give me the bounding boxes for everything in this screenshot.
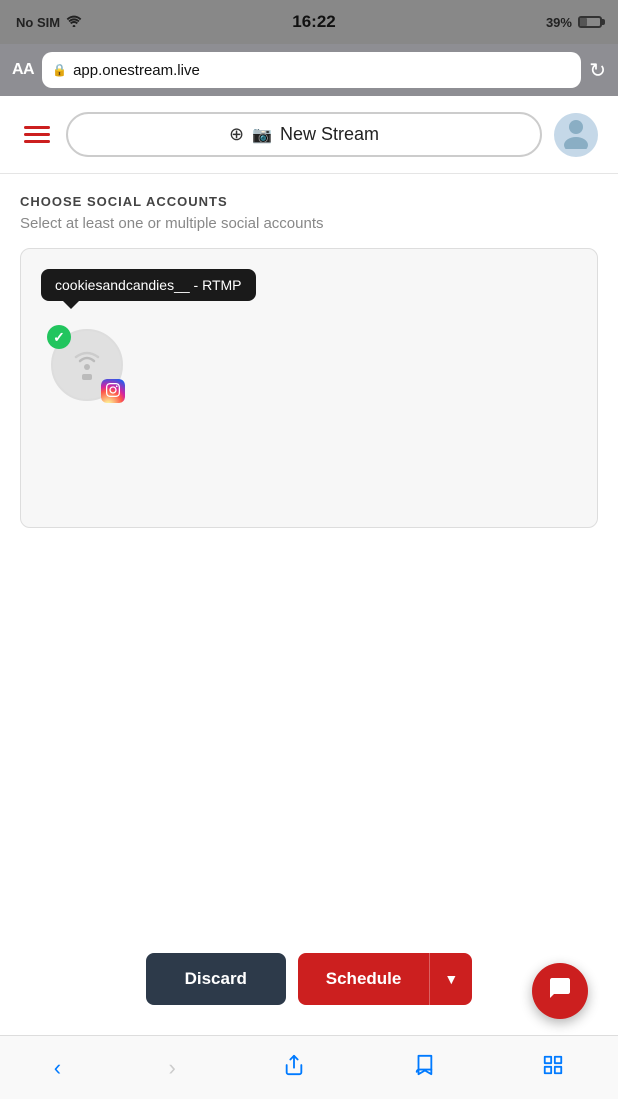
chevron-down-icon: ▼	[444, 971, 458, 987]
check-badge: ✓	[47, 325, 71, 349]
battery-icon	[578, 16, 602, 28]
account-item[interactable]: ✓	[51, 329, 123, 401]
schedule-dropdown-button[interactable]: ▼	[429, 953, 472, 1005]
status-left: No SIM	[16, 15, 82, 30]
wifi-signal-icon	[66, 15, 82, 30]
schedule-button[interactable]: Schedule	[298, 953, 430, 1005]
check-icon: ✓	[53, 329, 65, 346]
tabs-button[interactable]	[530, 1050, 576, 1086]
battery-percent: 39%	[546, 15, 572, 30]
stream-icon: ⊕	[229, 124, 244, 145]
url-bar[interactable]: 🔒 app.onestream.live	[42, 52, 581, 88]
section-subtitle: Select at least one or multiple social a…	[20, 215, 598, 232]
accounts-box: cookiesandcandies__ - RTMP ✓	[20, 248, 598, 528]
instagram-badge	[101, 379, 125, 403]
broadcast-icon	[67, 345, 107, 385]
avatar-button[interactable]	[554, 113, 598, 157]
share-button[interactable]	[271, 1050, 317, 1086]
account-tooltip: cookiesandcandies__ - RTMP	[41, 269, 256, 301]
account-tooltip-wrapper: cookiesandcandies__ - RTMP ✓	[41, 279, 123, 401]
reload-button[interactable]: ↻	[589, 58, 606, 83]
camera-icon: 📷	[252, 125, 272, 145]
main-content: ⊕ 📷 New Stream CHOOSE SOCIAL ACCOUNTS Se…	[0, 96, 618, 1035]
new-stream-button[interactable]: ⊕ 📷 New Stream	[66, 112, 542, 157]
lock-icon: 🔒	[52, 63, 67, 77]
hamburger-line-2	[24, 133, 50, 136]
page-content: CHOOSE SOCIAL ACCOUNTS Select at least o…	[0, 174, 618, 923]
forward-button[interactable]: ›	[157, 1051, 188, 1085]
url-text: app.onestream.live	[73, 62, 200, 79]
back-button[interactable]: ‹	[42, 1051, 73, 1085]
discard-button[interactable]: Discard	[146, 953, 286, 1005]
status-right: 39%	[546, 15, 602, 30]
browser-bar: AA 🔒 app.onestream.live ↻	[0, 44, 618, 96]
chat-fab-icon	[548, 976, 572, 1006]
carrier-label: No SIM	[16, 15, 60, 30]
bookmarks-button[interactable]	[401, 1050, 447, 1086]
bottom-nav: ‹ ›	[0, 1035, 618, 1099]
new-stream-label: New Stream	[280, 124, 379, 145]
status-bar: No SIM 16:22 39%	[0, 0, 618, 44]
time-label: 16:22	[292, 12, 335, 32]
hamburger-button[interactable]	[20, 122, 54, 147]
hamburger-line-3	[24, 140, 50, 143]
user-avatar-icon	[558, 113, 594, 156]
hamburger-line-1	[24, 126, 50, 129]
chat-fab-button[interactable]	[532, 963, 588, 1019]
top-nav: ⊕ 📷 New Stream	[0, 96, 618, 174]
text-size-button[interactable]: AA	[12, 61, 34, 79]
instagram-icon	[106, 383, 120, 400]
schedule-group: Schedule ▼	[298, 953, 472, 1005]
buttons-row: Discard Schedule ▼	[0, 923, 618, 1035]
section-title: CHOOSE SOCIAL ACCOUNTS	[20, 194, 598, 209]
